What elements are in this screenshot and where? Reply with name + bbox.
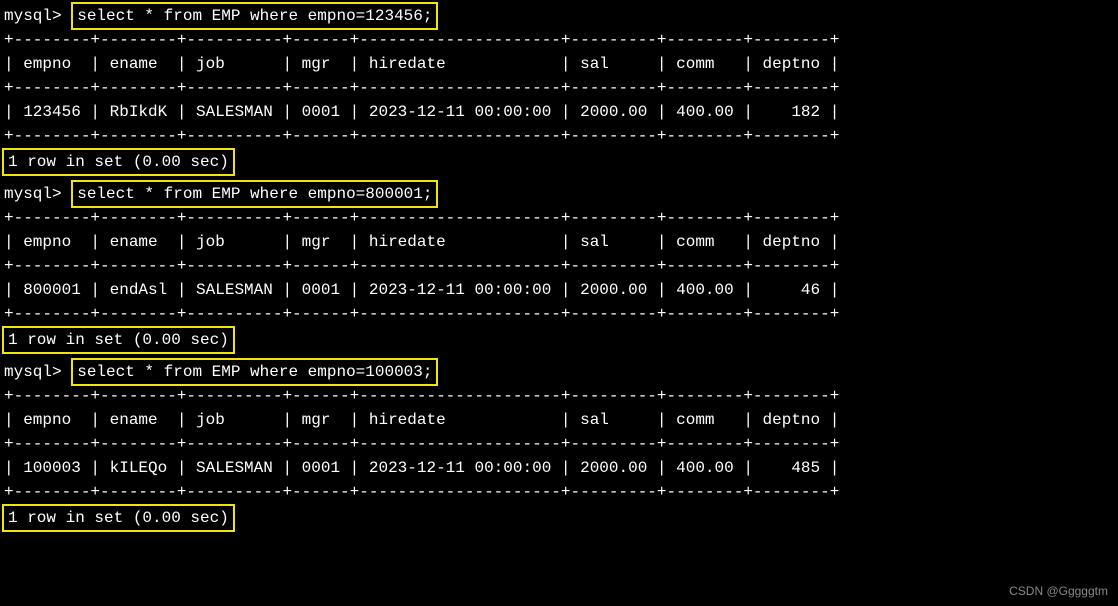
sql-query-text: select * from EMP where empno=123456; (77, 7, 432, 25)
table-border: +--------+--------+----------+------+---… (0, 432, 1118, 456)
table-border: +--------+--------+----------+------+---… (0, 480, 1118, 504)
status-text: 1 row in set (0.00 sec) (8, 331, 229, 349)
table-border: +--------+--------+----------+------+---… (0, 76, 1118, 100)
status-line: 1 row in set (0.00 sec) (0, 504, 1118, 532)
table-row: | 100003 | kILEQo | SALESMAN | 0001 | 20… (0, 456, 1118, 480)
table-border: +--------+--------+----------+------+---… (0, 254, 1118, 278)
status-highlight: 1 row in set (0.00 sec) (2, 326, 235, 354)
status-line: 1 row in set (0.00 sec) (0, 326, 1118, 354)
sql-prompt-line[interactable]: mysql> select * from EMP where empno=123… (0, 4, 1118, 28)
sql-query-text: select * from EMP where empno=100003; (77, 363, 432, 381)
table-border: +--------+--------+----------+------+---… (0, 206, 1118, 230)
watermark-text: CSDN @Gggggtm (1009, 582, 1108, 600)
sql-query-highlight: select * from EMP where empno=800001; (71, 180, 438, 208)
table-header: | empno | ename | job | mgr | hiredate |… (0, 230, 1118, 254)
table-border: +--------+--------+----------+------+---… (0, 302, 1118, 326)
mysql-prompt: mysql> (4, 7, 62, 25)
sql-prompt-line[interactable]: mysql> select * from EMP where empno=800… (0, 182, 1118, 206)
sql-prompt-line[interactable]: mysql> select * from EMP where empno=100… (0, 360, 1118, 384)
table-row: | 800001 | endAsl | SALESMAN | 0001 | 20… (0, 278, 1118, 302)
status-line: 1 row in set (0.00 sec) (0, 148, 1118, 176)
status-text: 1 row in set (0.00 sec) (8, 509, 229, 527)
table-border: +--------+--------+----------+------+---… (0, 384, 1118, 408)
table-header: | empno | ename | job | mgr | hiredate |… (0, 408, 1118, 432)
mysql-prompt: mysql> (4, 363, 62, 381)
status-text: 1 row in set (0.00 sec) (8, 153, 229, 171)
table-header: | empno | ename | job | mgr | hiredate |… (0, 52, 1118, 76)
table-border: +--------+--------+----------+------+---… (0, 124, 1118, 148)
sql-query-highlight: select * from EMP where empno=100003; (71, 358, 438, 386)
table-border: +--------+--------+----------+------+---… (0, 28, 1118, 52)
mysql-prompt: mysql> (4, 185, 62, 203)
table-row: | 123456 | RbIkdK | SALESMAN | 0001 | 20… (0, 100, 1118, 124)
status-highlight: 1 row in set (0.00 sec) (2, 504, 235, 532)
status-highlight: 1 row in set (0.00 sec) (2, 148, 235, 176)
sql-query-highlight: select * from EMP where empno=123456; (71, 2, 438, 30)
sql-query-text: select * from EMP where empno=800001; (77, 185, 432, 203)
